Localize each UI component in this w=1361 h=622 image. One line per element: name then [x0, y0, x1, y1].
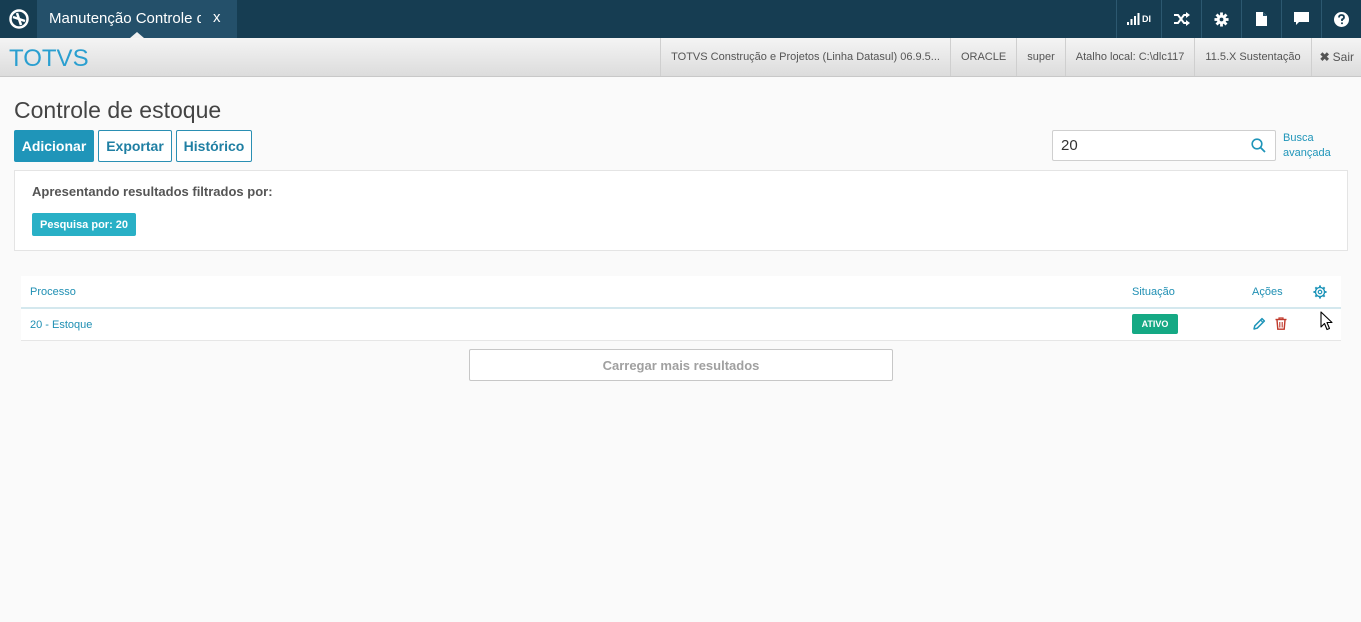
tab-close-button[interactable]: x	[213, 9, 221, 26]
mouse-cursor-icon	[1320, 311, 1333, 336]
filter-tag[interactable]: Pesquisa por: 20	[32, 213, 137, 236]
advanced-search-line2: avançada	[1283, 147, 1331, 159]
results-table: Processo Situação Ações 20 - Estoque ATI…	[21, 276, 1341, 341]
advanced-search-link[interactable]: Busca avançada	[1283, 131, 1331, 161]
top-bar: Manutenção Controle de estoque x DI	[0, 0, 1361, 38]
document-icon[interactable]	[1241, 0, 1281, 38]
shortcut-info: Atalho local: C:\dlc117	[1064, 38, 1195, 76]
product-info: TOTVS Construção e Projetos (Linha Datas…	[660, 38, 950, 76]
advanced-search-line1: Busca	[1283, 132, 1314, 144]
version-info: 11.5.X Sustentação	[1194, 38, 1310, 76]
table-row-divider	[21, 340, 1341, 341]
tab-manutencao-controle[interactable]: Manutenção Controle de estoque x	[37, 0, 237, 38]
column-settings-gear-icon[interactable]	[1313, 285, 1327, 304]
delete-trash-icon[interactable]	[1275, 317, 1287, 335]
column-header-actions: Ações	[1252, 286, 1283, 298]
help-icon[interactable]	[1321, 0, 1361, 38]
page-title: Controle de estoque	[14, 97, 222, 123]
export-button[interactable]: Exportar	[98, 130, 172, 162]
app-header: TOTVS TOTVS Construção e Projetos (Linha…	[0, 38, 1361, 77]
process-link[interactable]: 20 - Estoque	[30, 319, 92, 331]
column-header-status[interactable]: Situação	[1132, 286, 1175, 298]
chat-icon[interactable]	[1281, 0, 1321, 38]
gear-icon[interactable]	[1201, 0, 1241, 38]
signal-icon[interactable]: DI	[1116, 0, 1161, 38]
filter-title: Apresentando resultados filtrados por:	[32, 184, 273, 199]
table-header-divider	[21, 307, 1341, 309]
totvs-logo-icon[interactable]	[0, 0, 37, 38]
history-button[interactable]: Histórico	[176, 130, 252, 162]
tab-label: Manutenção Controle de estoque	[49, 10, 201, 27]
signal-label: DI	[1142, 14, 1151, 24]
user-info: super	[1016, 38, 1065, 76]
status-badge: ATIVO	[1132, 314, 1178, 334]
column-header-process[interactable]: Processo	[30, 286, 76, 298]
logout-button[interactable]: ✖ Sair	[1310, 38, 1361, 76]
search-box	[1052, 130, 1276, 161]
close-icon: ✖	[1319, 50, 1330, 64]
top-toolbar: DI	[1116, 0, 1361, 38]
search-input[interactable]	[1061, 137, 1241, 154]
logout-label: Sair	[1332, 50, 1354, 64]
database-info: ORACLE	[949, 38, 1016, 76]
load-more-button[interactable]: Carregar mais resultados	[469, 349, 893, 381]
brand-logo: TOTVS	[9, 45, 89, 72]
shuffle-icon[interactable]	[1161, 0, 1201, 38]
filter-panel: Apresentando resultados filtrados por: P…	[14, 170, 1348, 251]
search-icon[interactable]	[1251, 138, 1266, 158]
header-info: TOTVS Construção e Projetos (Linha Datas…	[660, 38, 1361, 76]
add-button[interactable]: Adicionar	[14, 130, 94, 162]
edit-pencil-icon[interactable]	[1253, 317, 1266, 335]
